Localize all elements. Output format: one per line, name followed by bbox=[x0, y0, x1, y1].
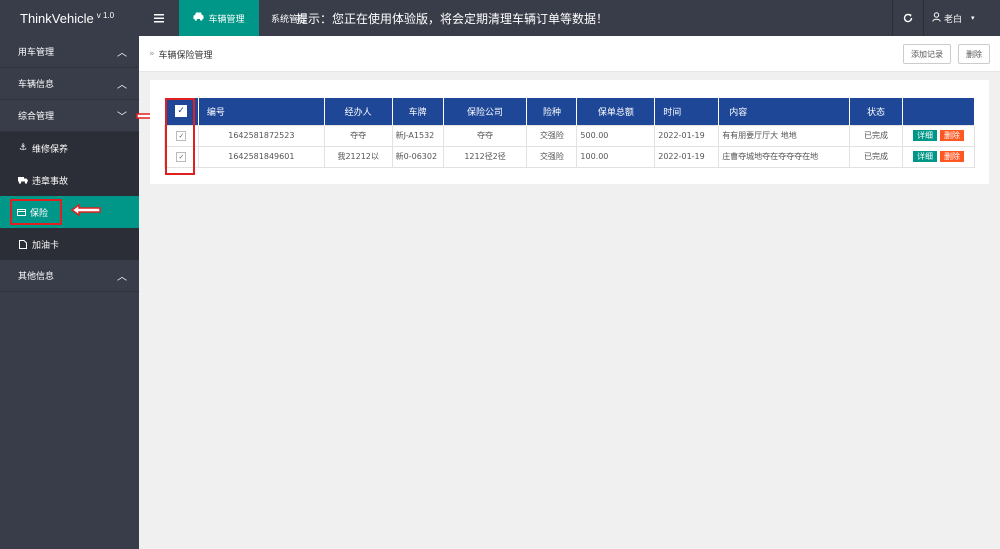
breadcrumb-label: 车辆保险管理 bbox=[158, 50, 213, 61]
sidebar-group-vehicle-usage[interactable]: 用车管理 ︿ bbox=[0, 36, 139, 68]
sidebar-item-violations[interactable]: 违章事故 bbox=[0, 164, 139, 196]
col-amount[interactable]: 保单总额 bbox=[576, 98, 656, 125]
cell-amount: 500.00 bbox=[576, 124, 656, 147]
notice-banner: 提示：您正在使用体验版，将会定期清理车辆订单等数据！ bbox=[296, 11, 609, 26]
cell-actions: 详细 删除 bbox=[901, 124, 976, 147]
app-version: v 1.0 bbox=[96, 10, 115, 20]
table-card: ✓ 编号 经办人 车牌 保险公司 险种 保单总额 时间 内容 状态 ✓ 1642… bbox=[150, 80, 989, 184]
col-plate[interactable]: 车牌 bbox=[392, 98, 444, 125]
sidebar: 用车管理 ︿ 车辆信息 ︿ 综合管理 ﹀ ⚓ 维修保养 违章事故 保险 加油卡 … bbox=[0, 36, 139, 549]
user-menu[interactable]: 老白 ▾ bbox=[932, 0, 975, 36]
cell-content: 庄曹夺城地夺在夺夺夺在地 bbox=[718, 145, 851, 168]
truck-icon bbox=[18, 176, 28, 184]
delete-button[interactable]: 删除 bbox=[958, 44, 990, 64]
cell-content: 有有朋要厅厅大 地地 bbox=[718, 124, 851, 147]
chevron-down-icon: ﹀ bbox=[117, 112, 127, 123]
breadcrumb: » 车辆保险管理 bbox=[149, 36, 213, 72]
caret-down-icon: ▾ bbox=[971, 14, 975, 22]
annotation-arrow-left-icon bbox=[71, 204, 101, 216]
row-delete-button[interactable]: 删除 bbox=[939, 151, 964, 162]
sidebar-item-fuel-card[interactable]: 加油卡 bbox=[0, 228, 139, 260]
insurance-table: ✓ 编号 经办人 车牌 保险公司 险种 保单总额 时间 内容 状态 ✓ 1642… bbox=[164, 98, 976, 168]
select-all-cell: ✓ bbox=[164, 98, 199, 125]
cell-actions: 详细 删除 bbox=[901, 145, 976, 168]
cell-date: 2022-01-19 bbox=[654, 145, 720, 168]
sidebar-group-label: 其他信息 bbox=[18, 272, 55, 282]
chevron-up-icon: ︿ bbox=[117, 272, 127, 283]
sidebar-group-vehicle-info[interactable]: 车辆信息 ︿ bbox=[0, 68, 139, 100]
chevron-up-icon: ︿ bbox=[117, 80, 127, 91]
detail-button[interactable]: 详细 bbox=[912, 130, 937, 141]
col-status[interactable]: 状态 bbox=[849, 98, 903, 125]
insurance-highlight-box: 保险 bbox=[10, 199, 63, 225]
cell-type: 交强险 bbox=[526, 124, 578, 147]
cell-company: 夺夺 bbox=[442, 124, 528, 147]
col-actions bbox=[902, 98, 976, 125]
sidebar-group-label: 车辆信息 bbox=[18, 80, 55, 90]
cell-plate: 新0-06302 bbox=[391, 145, 444, 168]
detail-button[interactable]: 详细 bbox=[912, 151, 937, 162]
app-name: ThinkVehicle bbox=[20, 10, 94, 26]
cell-status: 已完成 bbox=[849, 124, 903, 147]
top-bar: ThinkVehicle v 1.0 车辆管理 系统管理 提示：您正在使用体验版，… bbox=[0, 0, 1000, 36]
col-company[interactable]: 保险公司 bbox=[443, 98, 528, 125]
sidebar-group-other-info[interactable]: 其他信息 ︿ bbox=[0, 260, 139, 292]
table-row[interactable]: ✓ 1642581849601 我21212以 新0-06302 1212径2径… bbox=[164, 145, 976, 168]
cell-plate: 新J-A1532 bbox=[391, 124, 444, 147]
topnav-active-label: 车辆管理 bbox=[208, 14, 245, 25]
col-id[interactable]: 编号 bbox=[198, 98, 325, 125]
user-name: 老白 bbox=[944, 14, 963, 25]
cell-status: 已完成 bbox=[849, 145, 903, 168]
breadcrumb-bar: » 车辆保险管理 添加记录 删除 bbox=[139, 36, 1000, 72]
file-icon bbox=[18, 239, 28, 249]
anchor-icon: ⚓ bbox=[18, 143, 28, 153]
sidebar-item-insurance[interactable]: 保险 bbox=[0, 196, 139, 228]
card-icon bbox=[16, 208, 26, 216]
row-checkbox[interactable]: ✓ bbox=[176, 130, 187, 141]
row-checkbox-cell: ✓ bbox=[164, 124, 199, 147]
car-icon bbox=[193, 12, 204, 24]
cell-handler: 夺夺 bbox=[323, 124, 393, 147]
row-checkbox[interactable]: ✓ bbox=[176, 151, 187, 162]
hamburger-icon[interactable] bbox=[139, 0, 179, 36]
col-date[interactable]: 时间 bbox=[654, 98, 720, 125]
cell-handler: 我21212以 bbox=[323, 145, 393, 168]
cell-id: 1642581872523 bbox=[197, 124, 325, 147]
table-row[interactable]: ✓ 1642581872523 夺夺 新J-A1532 夺夺 交强险 500.0… bbox=[164, 124, 976, 147]
topnav-vehicle-management[interactable]: 车辆管理 bbox=[179, 0, 259, 36]
cell-id: 1642581849601 bbox=[197, 145, 325, 168]
user-icon bbox=[932, 11, 941, 25]
sidebar-item-label: 维修保养 bbox=[32, 144, 69, 155]
cell-company: 1212径2径 bbox=[442, 145, 528, 168]
chevron-up-icon: ︿ bbox=[117, 48, 127, 59]
row-checkbox-cell: ✓ bbox=[164, 145, 199, 168]
app-logo[interactable]: ThinkVehicle v 1.0 bbox=[0, 0, 139, 36]
double-chevron-right-icon: » bbox=[149, 49, 155, 59]
select-all-checkbox[interactable]: ✓ bbox=[175, 105, 188, 118]
col-type[interactable]: 险种 bbox=[526, 98, 578, 125]
add-record-button[interactable]: 添加记录 bbox=[903, 44, 951, 64]
sidebar-item-label: 保险 bbox=[30, 208, 49, 219]
col-handler[interactable]: 经办人 bbox=[324, 98, 393, 125]
cell-amount: 100.00 bbox=[576, 145, 656, 168]
sidebar-item-label: 加油卡 bbox=[32, 240, 60, 251]
sidebar-group-label: 用车管理 bbox=[18, 48, 55, 58]
sidebar-item-label: 违章事故 bbox=[32, 176, 69, 187]
cell-date: 2022-01-19 bbox=[654, 124, 720, 147]
sidebar-group-label: 综合管理 bbox=[18, 112, 55, 122]
sidebar-item-maintenance[interactable]: ⚓ 维修保养 bbox=[0, 132, 139, 164]
row-delete-button[interactable]: 删除 bbox=[939, 130, 964, 141]
sidebar-group-comprehensive[interactable]: 综合管理 ﹀ bbox=[0, 100, 139, 132]
refresh-icon[interactable] bbox=[892, 0, 924, 36]
col-content[interactable]: 内容 bbox=[718, 98, 851, 125]
table-header-row: ✓ 编号 经办人 车牌 保险公司 险种 保单总额 时间 内容 状态 bbox=[164, 98, 976, 125]
cell-type: 交强险 bbox=[526, 145, 578, 168]
